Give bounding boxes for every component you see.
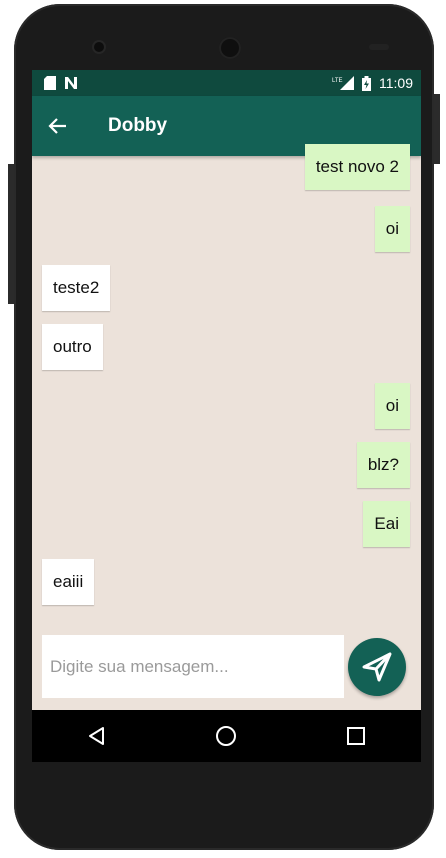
signal-icon: LTE <box>332 76 354 90</box>
status-bar: LTE 11:09 <box>32 70 421 96</box>
network-type-label: LTE <box>332 78 343 84</box>
paper-plane-icon <box>362 652 392 682</box>
nav-home-button[interactable] <box>206 716 246 756</box>
chat-title: Dobby <box>108 115 168 136</box>
send-button[interactable] <box>348 638 406 696</box>
nav-back-button[interactable] <box>77 716 117 756</box>
earpiece-speaker <box>219 37 241 59</box>
message-bubble-sent[interactable]: oi <box>374 383 410 429</box>
square-recents-icon <box>347 727 366 745</box>
message-input[interactable] <box>48 655 338 678</box>
proximity-sensor <box>369 44 389 50</box>
message-bubble-received[interactable]: eaiii <box>42 559 95 605</box>
nav-recents-button[interactable] <box>336 716 376 756</box>
message-bubble-received[interactable]: teste2 <box>42 265 111 311</box>
message-bubble-sent[interactable]: Eai <box>363 501 410 547</box>
message-bubble-sent[interactable]: test novo 2 <box>304 144 410 190</box>
screen: LTE 11:09 Dobby test novo 2 oi teste2 ou… <box>32 70 421 762</box>
volume-button <box>434 94 440 164</box>
composer <box>42 635 344 698</box>
message-list[interactable]: test novo 2 oi teste2 outro oi blz? Eai … <box>32 144 421 626</box>
message-bubble-sent[interactable]: blz? <box>356 442 410 488</box>
message-bubble-sent[interactable]: oi <box>374 206 410 252</box>
circle-home-icon <box>216 726 237 746</box>
battery-icon <box>362 75 371 91</box>
system-nav-bar <box>32 710 421 762</box>
n-notification-icon <box>65 77 77 89</box>
power-button <box>8 164 14 304</box>
sd-card-icon <box>44 76 56 90</box>
status-left <box>44 76 78 90</box>
message-bubble-received[interactable]: outro <box>42 324 103 370</box>
arrow-left-icon <box>48 118 66 134</box>
triangle-back-icon <box>88 727 104 745</box>
status-time: 11:09 <box>379 75 413 91</box>
back-button[interactable] <box>48 108 84 144</box>
status-right: LTE 11:09 <box>332 75 413 91</box>
front-camera <box>94 42 104 52</box>
